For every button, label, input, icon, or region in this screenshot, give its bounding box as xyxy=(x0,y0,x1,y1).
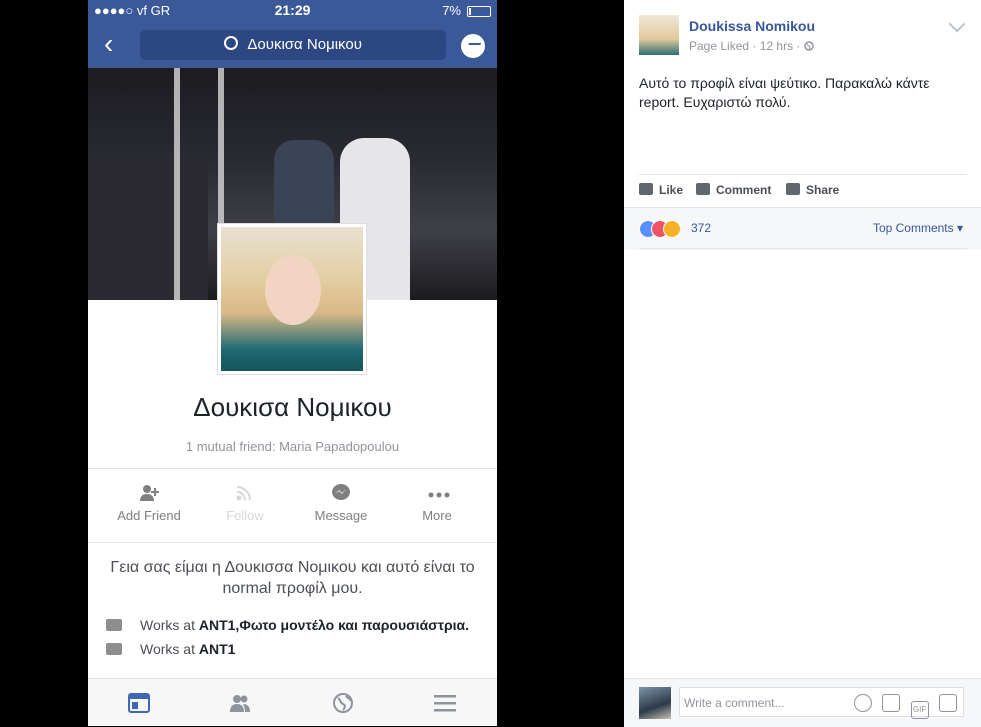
share-label: Share xyxy=(806,183,840,197)
chevron-down-icon[interactable] xyxy=(948,15,966,33)
camera-icon[interactable] xyxy=(882,694,901,712)
search-icon xyxy=(224,36,239,50)
news-feed-icon[interactable] xyxy=(128,693,152,715)
add-friend-button[interactable]: Add Friend xyxy=(99,478,199,523)
top-comments-dropdown[interactable]: Top Comments ▾ xyxy=(873,221,963,235)
message-button[interactable]: Message xyxy=(291,478,391,523)
messenger-icon xyxy=(331,484,351,502)
composer-tools: GIF xyxy=(848,694,957,719)
work-employer[interactable]: ANT1,Φωτο μοντέλο και παρουσιάστρια. xyxy=(199,617,469,633)
back-arrow-icon[interactable]: ‹ xyxy=(104,30,113,58)
work-prefix: Works at xyxy=(140,617,199,633)
comment-input[interactable]: Write a comment... GIF xyxy=(679,687,964,719)
clock: 21:29 xyxy=(274,2,311,18)
thumbs-up-icon xyxy=(639,183,653,195)
comment-composer: Write a comment... GIF xyxy=(624,678,981,727)
friends-icon[interactable] xyxy=(229,693,253,715)
post-panel: Doukissa Nomikou Page Liked · 12 hrs · Α… xyxy=(624,0,981,727)
emoji-icon[interactable] xyxy=(853,694,872,712)
work-item: Works at ANT1,Φωτο μοντέλο και παρουσιάσ… xyxy=(106,616,486,634)
battery-percent: 7% xyxy=(442,3,461,18)
comment-icon xyxy=(696,183,710,195)
more-icon xyxy=(427,484,450,502)
reactions-bar: 372 Top Comments ▾ xyxy=(624,207,981,250)
work-list: Works at ANT1,Φωτο μοντέλο και παρουσιάσ… xyxy=(106,616,486,664)
share-icon xyxy=(786,183,800,195)
rss-icon xyxy=(235,484,255,502)
search-field[interactable]: Δουκισα Νομικου xyxy=(140,30,446,60)
profile-actions: Add Friend Follow Message More xyxy=(88,478,497,538)
divider xyxy=(88,468,497,469)
comment-placeholder: Write a comment... xyxy=(684,696,785,710)
comment-label: Comment xyxy=(716,183,772,197)
wow-reaction-icon[interactable] xyxy=(663,220,681,238)
profile-name: Δουκισα Νομικου xyxy=(193,392,392,422)
more-label: More xyxy=(422,508,452,523)
like-button[interactable]: Like xyxy=(639,183,683,197)
battery-icon xyxy=(467,6,491,17)
cover-pole xyxy=(174,68,180,300)
work-employer[interactable]: ANT1 xyxy=(199,641,236,657)
message-label: Message xyxy=(314,508,368,523)
mutual-friends[interactable]: 1 mutual friend: Maria Papadopoulou xyxy=(88,439,497,454)
reaction-count[interactable]: 372 xyxy=(691,221,711,235)
user-avatar xyxy=(639,687,671,719)
messenger-icon[interactable] xyxy=(461,34,485,58)
work-item: Works at ANT1 xyxy=(106,640,486,658)
globe-icon[interactable] xyxy=(332,693,356,715)
profile-bio: Γεια σας είμαι η Δουκισσα Νομικου και αυ… xyxy=(110,559,475,597)
briefcase-icon xyxy=(106,643,122,655)
post-actions: Like Comment Share xyxy=(639,174,967,207)
sticker-icon[interactable] xyxy=(939,694,957,712)
status-bar: ●●●●○ vf GR 21:29 7% xyxy=(88,0,497,22)
profile-picture[interactable] xyxy=(217,223,367,375)
top-comments-label: Top Comments xyxy=(872,221,954,235)
comments-area xyxy=(636,253,981,677)
search-text: Δουκισα Νομικου xyxy=(247,36,362,53)
author-avatar[interactable] xyxy=(639,15,679,55)
bottom-tab-bar xyxy=(88,678,497,726)
post-meta-text: Page Liked · 12 hrs · xyxy=(689,39,804,53)
nav-bar: ‹ Δουκισα Νομικου xyxy=(88,22,497,68)
follow-label: Follow xyxy=(226,508,264,523)
phone-screenshot: ●●●●○ vf GR 21:29 7% ‹ Δουκισα Νομικου Δ… xyxy=(88,0,497,726)
work-prefix: Works at xyxy=(140,641,199,657)
globe-icon xyxy=(803,41,814,51)
add-friend-icon xyxy=(139,484,159,502)
menu-icon[interactable] xyxy=(434,693,458,715)
gif-icon[interactable]: GIF xyxy=(910,701,929,719)
follow-button[interactable]: Follow xyxy=(195,478,295,523)
like-label: Like xyxy=(659,183,684,197)
comment-button[interactable]: Comment xyxy=(696,183,771,197)
divider xyxy=(88,542,497,543)
post-author[interactable]: Doukissa Nomikou xyxy=(689,18,815,34)
share-button[interactable]: Share xyxy=(786,183,839,197)
post-text: Αυτό το προφίλ είναι ψεύτικο. Παρακαλώ κ… xyxy=(639,75,930,110)
add-friend-label: Add Friend xyxy=(117,508,181,523)
briefcase-icon xyxy=(106,619,122,631)
cover-crowd xyxy=(88,160,208,300)
more-button[interactable]: More xyxy=(387,478,487,523)
profile-face xyxy=(265,255,321,325)
post-meta: Page Liked · 12 hrs · xyxy=(689,39,814,53)
profile-photo xyxy=(221,227,363,371)
